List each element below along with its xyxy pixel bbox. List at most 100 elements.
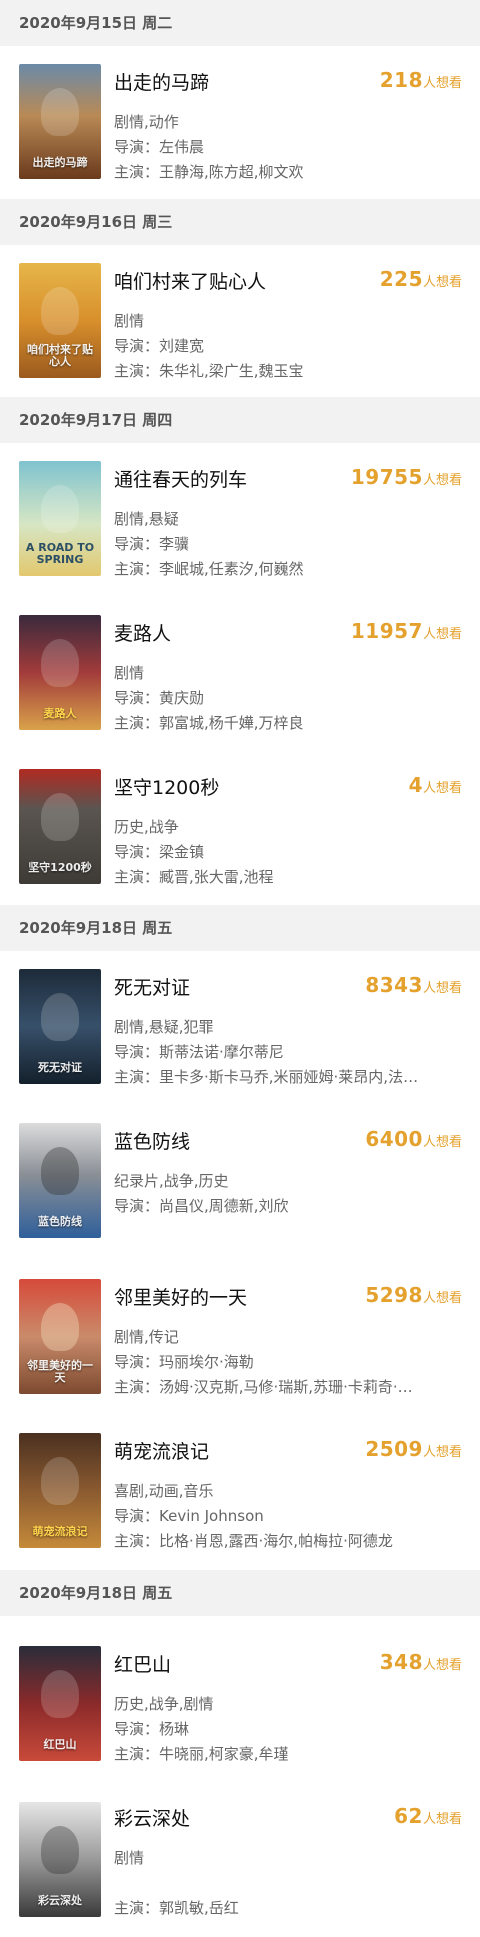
movie-title[interactable]: 通往春天的列车 — [114, 465, 247, 492]
movie-title[interactable]: 邻里美好的一天 — [114, 1283, 247, 1310]
movie-director: 导演：黄庆勋 — [114, 689, 205, 707]
wish-unit: 人想看 — [422, 981, 462, 996]
movie-item[interactable]: 蓝色防线 蓝色防线 6400人想看 纪录片,战争,历史 导演：尚昌仪,周德新,刘… — [0, 1105, 480, 1259]
poster-figure — [41, 1826, 79, 1874]
date-header: 2020年9月18日 周五 — [0, 905, 480, 951]
movie-item[interactable]: 出走的马蹄 出走的马蹄 218人想看 剧情,动作 导演：左伟晨 主演：王静海,陈… — [0, 46, 480, 199]
wish-number: 4 — [408, 773, 423, 797]
poster-title-art: 死无对证 — [38, 1060, 82, 1074]
movie-cast: 主演：比格·肖恩,露西·海尔,帕梅拉·阿德龙 — [114, 1532, 393, 1550]
movie-poster[interactable]: 咱们村来了贴心人 — [19, 263, 101, 378]
wish-count: 2509人想看 — [365, 1437, 462, 1461]
movie-director: 导演：杨琳 — [114, 1720, 190, 1738]
movie-director: 导演：梁金镇 — [114, 843, 205, 861]
poster-title-art: 坚守1200秒 — [28, 860, 92, 874]
movie-poster[interactable]: 坚守1200秒 — [19, 769, 101, 884]
poster-figure — [41, 485, 79, 533]
wish-count: 6400人想看 — [365, 1127, 462, 1151]
movie-cast: 主演：牛晓丽,柯家豪,牟瑾 — [114, 1745, 289, 1763]
wish-count: 19755人想看 — [351, 465, 462, 489]
poster-title-art: A ROAD TO SPRING — [25, 540, 95, 566]
movie-title[interactable]: 麦路人 — [114, 619, 171, 646]
poster-title-art: 邻里美好的一天 — [27, 1358, 93, 1384]
movie-item[interactable]: 红巴山 红巴山 348人想看 历史,战争,剧情 导演：杨琳 主演：牛晓丽,柯家豪… — [0, 1616, 480, 1770]
movie-director: 导演：斯蒂法诺·摩尔蒂尼 — [114, 1043, 284, 1061]
movie-genre: 剧情,悬疑 — [114, 510, 179, 528]
wish-number: 11957 — [350, 619, 423, 643]
movie-genre: 剧情,动作 — [114, 113, 179, 131]
movie-cast: 主演：王静海,陈方超,柳文欢 — [114, 163, 304, 181]
movie-genre: 历史,战争,剧情 — [114, 1695, 214, 1713]
movie-genre: 剧情 — [114, 1849, 145, 1867]
movie-title[interactable]: 死无对证 — [114, 973, 190, 1000]
movie-cast: 主演：郭富城,杨千嬅,万梓良 — [114, 714, 304, 732]
movie-poster[interactable]: A ROAD TO SPRING — [19, 461, 101, 576]
movie-cast: 主演：李岷城,任素汐,何巍然 — [114, 560, 304, 578]
movie-title[interactable]: 咱们村来了贴心人 — [114, 267, 266, 294]
movie-item[interactable]: 邻里美好的一天 邻里美好的一天 5298人想看 剧情,传记 导演：玛丽埃尔·海勒… — [0, 1261, 480, 1415]
wish-unit: 人想看 — [422, 1135, 462, 1150]
movie-item[interactable]: 萌宠流浪记 萌宠流浪记 2509人想看 喜剧,动画,音乐 导演：Kevin Jo… — [0, 1415, 480, 1570]
date-header: 2020年9月17日 周四 — [0, 397, 480, 443]
wish-unit: 人想看 — [422, 473, 462, 488]
movie-title[interactable]: 红巴山 — [114, 1650, 171, 1677]
movie-director: 导演：李骥 — [114, 535, 190, 553]
poster-figure — [41, 793, 79, 841]
movie-item[interactable]: 咱们村来了贴心人 咱们村来了贴心人 225人想看 剧情 导演：刘建宽 主演：朱华… — [0, 245, 480, 397]
poster-title-art: 彩云深处 — [38, 1893, 82, 1907]
movie-director: 导演：刘建宽 — [114, 337, 205, 355]
wish-unit: 人想看 — [422, 76, 462, 91]
movie-item[interactable]: 彩云深处 彩云深处 62人想看 剧情 主演：郭凯敏,岳红 — [0, 1770, 480, 1937]
poster-figure — [41, 1457, 79, 1505]
movie-title[interactable]: 彩云深处 — [114, 1804, 190, 1831]
movie-poster[interactable]: 死无对证 — [19, 969, 101, 1084]
movie-genre: 剧情 — [114, 312, 145, 330]
movie-item[interactable]: A ROAD TO SPRING 通往春天的列车 19755人想看 剧情,悬疑 … — [0, 443, 480, 597]
movie-poster[interactable]: 麦路人 — [19, 615, 101, 730]
wish-unit: 人想看 — [422, 1812, 462, 1827]
movie-poster[interactable]: 邻里美好的一天 — [19, 1279, 101, 1394]
wish-unit: 人想看 — [422, 627, 462, 642]
wish-count: 348人想看 — [380, 1650, 462, 1674]
movie-title[interactable]: 萌宠流浪记 — [114, 1437, 209, 1464]
poster-title-art: 出走的马蹄 — [32, 155, 88, 169]
movie-poster[interactable]: 萌宠流浪记 — [19, 1433, 101, 1548]
wish-unit: 人想看 — [422, 1291, 462, 1306]
poster-figure — [41, 287, 79, 335]
date-header: 2020年9月15日 周二 — [0, 0, 480, 46]
movie-item[interactable]: 坚守1200秒 坚守1200秒 4人想看 历史,战争 导演：梁金镇 主演：臧晋,… — [0, 751, 480, 905]
wish-number: 8343 — [365, 973, 423, 997]
movie-cast: 主演：汤姆·汉克斯,马修·瑞斯,苏珊·卡莉奇·… — [114, 1378, 413, 1396]
wish-number: 225 — [379, 267, 423, 291]
movie-title[interactable]: 坚守1200秒 — [114, 773, 219, 800]
movie-poster[interactable]: 彩云深处 — [19, 1802, 101, 1917]
wish-unit: 人想看 — [422, 1445, 462, 1460]
movie-item[interactable]: 麦路人 麦路人 11957人想看 剧情 导演：黄庆勋 主演：郭富城,杨千嬅,万梓… — [0, 597, 480, 751]
movie-title[interactable]: 出走的马蹄 — [114, 68, 209, 95]
movie-genre: 纪录片,战争,历史 — [114, 1172, 229, 1190]
movie-genre: 剧情,传记 — [114, 1328, 179, 1346]
movie-poster[interactable]: 蓝色防线 — [19, 1123, 101, 1238]
wish-number: 5298 — [365, 1283, 423, 1307]
wish-number: 2509 — [365, 1437, 423, 1461]
poster-title-art: 蓝色防线 — [38, 1214, 82, 1228]
wish-count: 218人想看 — [380, 68, 462, 92]
movie-cast: 主演：里卡多·斯卡马乔,米丽娅姆·莱昂内,法… — [114, 1068, 419, 1086]
movie-director: 导演：左伟晨 — [114, 138, 205, 156]
wish-unit: 人想看 — [422, 1658, 462, 1673]
wish-count: 11957人想看 — [351, 619, 462, 643]
movie-title[interactable]: 蓝色防线 — [114, 1127, 190, 1154]
poster-figure — [41, 1670, 79, 1718]
movie-item[interactable]: 死无对证 死无对证 8343人想看 剧情,悬疑,犯罪 导演：斯蒂法诺·摩尔蒂尼 … — [0, 951, 480, 1105]
poster-title-art: 麦路人 — [43, 706, 77, 720]
movie-cast: 主演：臧晋,张大雷,池程 — [114, 868, 274, 886]
movie-poster[interactable]: 出走的马蹄 — [19, 64, 101, 179]
wish-count: 5298人想看 — [365, 1283, 462, 1307]
movie-director: 导演：玛丽埃尔·海勒 — [114, 1353, 254, 1371]
wish-count: 62人想看 — [394, 1804, 462, 1828]
movie-poster[interactable]: 红巴山 — [19, 1646, 101, 1761]
movie-genre: 剧情,悬疑,犯罪 — [114, 1018, 214, 1036]
date-header: 2020年9月18日 周五 — [0, 1570, 480, 1616]
poster-figure — [41, 639, 79, 687]
poster-figure — [41, 993, 79, 1041]
